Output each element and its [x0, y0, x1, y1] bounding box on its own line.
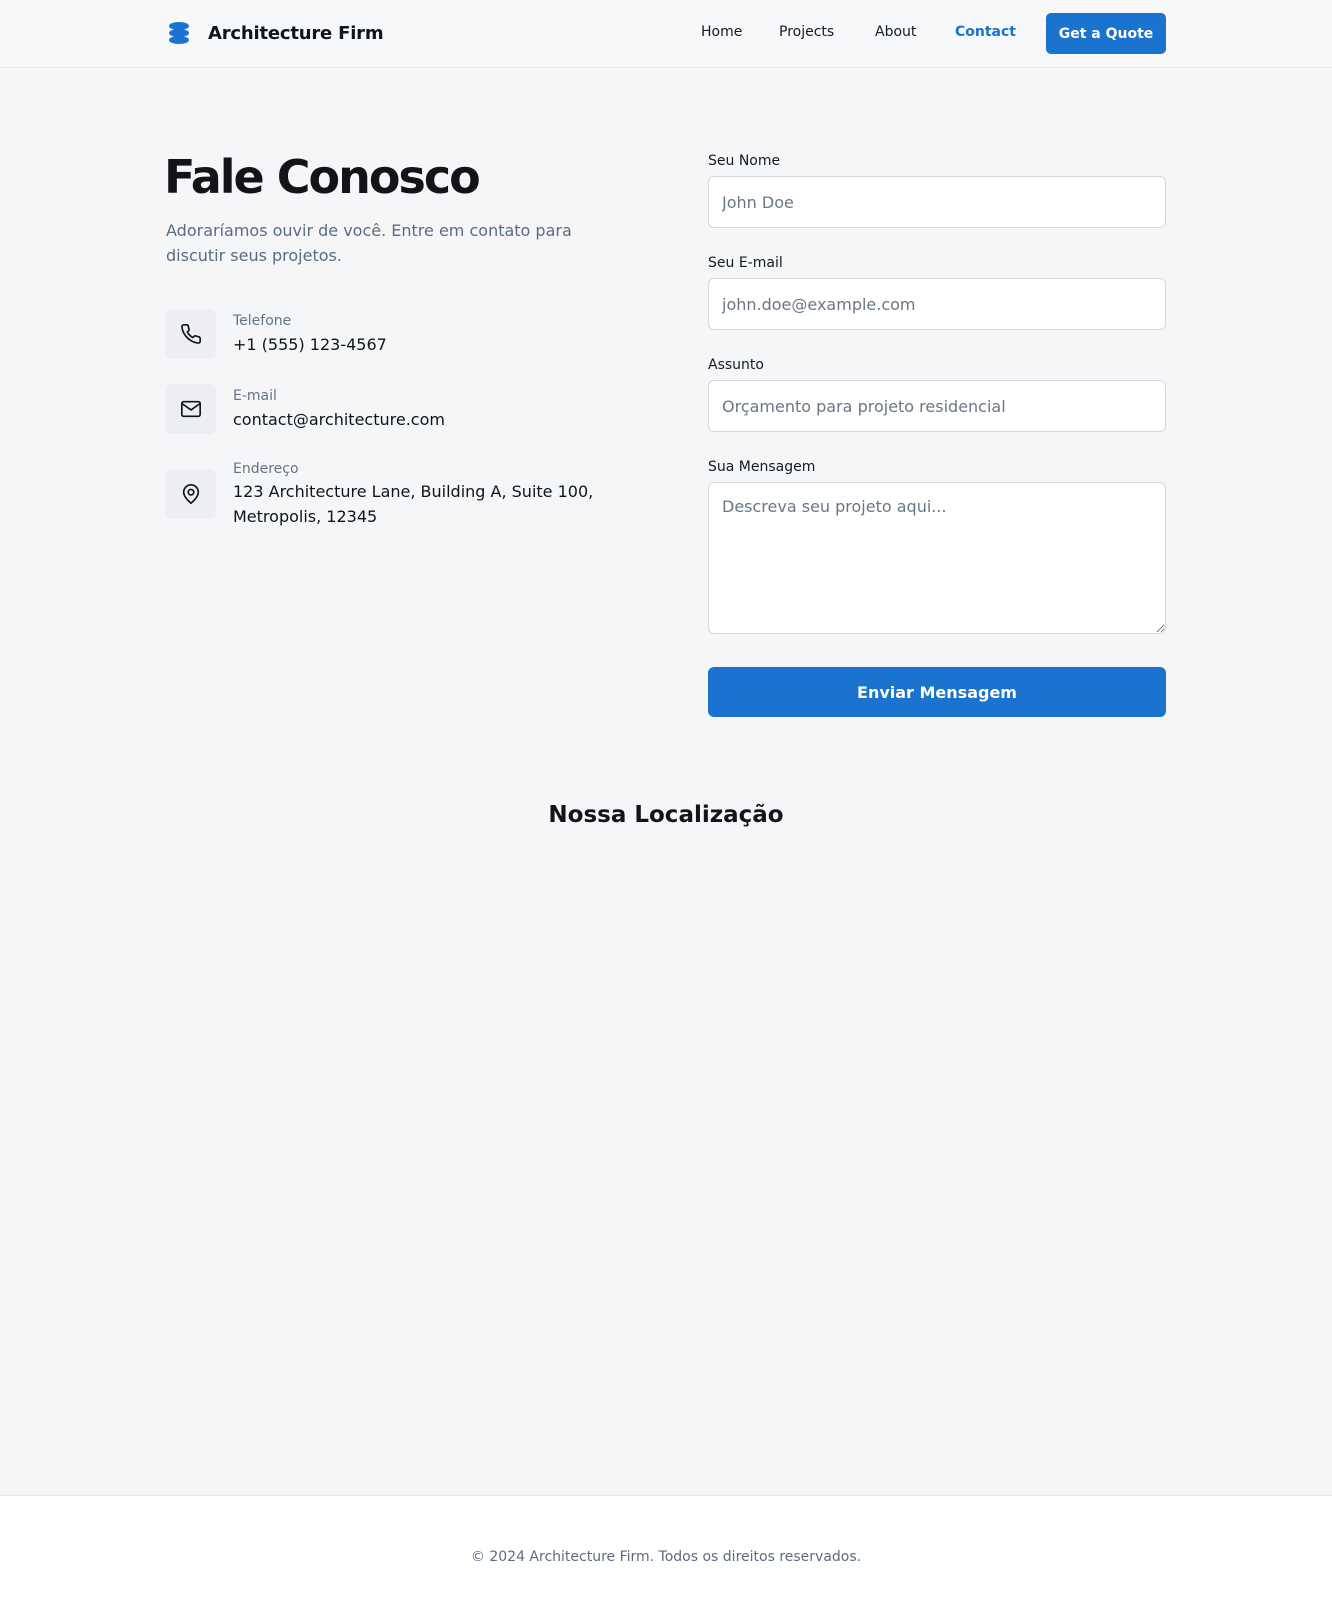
message-textarea[interactable] [708, 482, 1166, 634]
brand[interactable]: Architecture Firm [166, 20, 384, 46]
email-input[interactable] [708, 278, 1166, 330]
copyright-text: © 2024 Architecture Firm. Todos os direi… [470, 1549, 862, 1565]
address-label: Endereço [233, 461, 299, 477]
brand-name: Architecture Firm [208, 22, 384, 44]
address-line-1: 123 Architecture Lane, Building A, Suite… [233, 482, 594, 501]
phone-icon [181, 324, 201, 344]
nav-about[interactable]: About [875, 24, 916, 40]
logo-icon [169, 22, 189, 44]
nav-projects[interactable]: Projects [779, 24, 834, 40]
name-input[interactable] [708, 176, 1166, 228]
email-value[interactable]: contact@architecture.com [233, 407, 445, 432]
location-pin-icon [182, 484, 200, 504]
location-icon-box [166, 469, 216, 519]
page-title: Fale Conosco [164, 150, 481, 204]
phone-icon-box [166, 309, 216, 359]
intro-text: Adoraríamos ouvir de você. Entre em cont… [166, 221, 572, 265]
email-field-label: Seu E-mail [708, 255, 783, 271]
site-header: Architecture Firm Home Projects About Co… [0, 0, 1332, 68]
subject-input[interactable] [708, 380, 1166, 432]
get-quote-button[interactable]: Get a Quote [1046, 13, 1166, 54]
location-title: Nossa Localização [548, 802, 784, 828]
phone-value[interactable]: +1 (555) 123-4567 [233, 332, 387, 357]
nav-contact[interactable]: Contact [955, 24, 1016, 40]
send-message-button[interactable]: Enviar Mensagem [708, 667, 1166, 717]
mail-icon [181, 400, 201, 418]
phone-label: Telefone [233, 313, 292, 329]
nav-home[interactable]: Home [701, 24, 742, 40]
address-line-2: Metropolis, 12345 [233, 507, 378, 526]
mail-icon-box [166, 384, 216, 434]
message-label: Sua Mensagem [708, 459, 816, 475]
name-label: Seu Nome [708, 153, 781, 169]
email-label: E-mail [233, 388, 277, 404]
subject-label: Assunto [708, 357, 764, 373]
site-footer: © 2024 Architecture Firm. Todos os direi… [0, 1495, 1332, 1600]
